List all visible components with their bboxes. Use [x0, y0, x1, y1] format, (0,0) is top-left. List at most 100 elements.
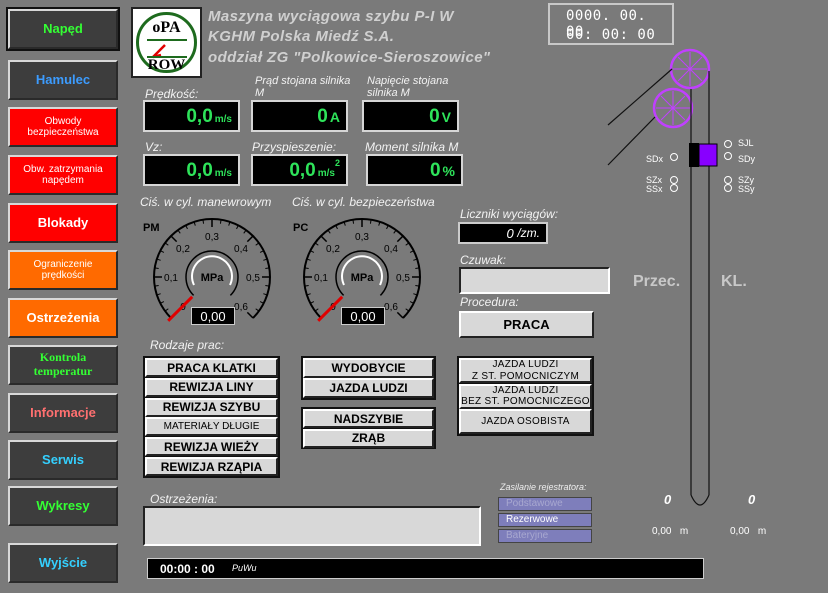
signal-sjl-led	[724, 140, 732, 148]
header-title-line1: Maszyna wyciągowa szybu P-I W	[208, 8, 454, 25]
pm-gauge-minor-tick-4-1	[255, 242, 260, 246]
lower-wheel-icon	[652, 87, 694, 129]
pc-gauge-tick-label-4: 0,4	[384, 244, 398, 255]
pm-gauge-minor-tick-3-2	[228, 221, 231, 226]
pc-gauge-minor-tick-5-2	[413, 293, 418, 296]
nav-ograniczenie-predkosci-button[interactable]: Ograniczenie prędkości	[8, 250, 118, 290]
shaft-right-count: 0	[748, 492, 756, 507]
pc-gauge-tick-label-1: 0,1	[314, 273, 328, 284]
pc-gauge-minor-tick-3-2	[378, 221, 381, 226]
pm-gauge-tick-label-4: 0,4	[234, 244, 248, 255]
current-display: 0A	[251, 100, 348, 132]
pc-gauge-needle	[317, 295, 344, 322]
pc-gauge-name: PC	[293, 222, 309, 234]
work-type-button-5[interactable]: REWIZJA RZĄPIA	[145, 457, 278, 476]
nav-obw-zatrzymania-button[interactable]: Obw. zatrzymania napędem	[8, 155, 118, 195]
pm-gauge-minor-tick-1-3	[160, 250, 165, 253]
shaft-left-count: 0	[664, 492, 672, 507]
vz-display: 0,0 m/s	[143, 154, 240, 186]
pc-gauge: 00,10,20,30,40,50,6MPa PC 0,00	[290, 215, 435, 330]
nav-obwody-bezpieczenstwa-button[interactable]: Obwody bezpieczeństwa	[8, 107, 118, 147]
voltage-label: Napięcie stojana silnika M	[367, 75, 449, 99]
pc-gauge-minor-tick-3-3	[386, 225, 389, 230]
pc-gauge-minor-tick-2-2	[335, 225, 338, 230]
work-location-button-1[interactable]: ZRĄB	[303, 428, 434, 448]
pm-gauge-minor-tick-4-3	[263, 258, 268, 261]
signal-ssx-led	[670, 184, 678, 192]
nav-serwis-button[interactable]: Serwis	[8, 440, 118, 480]
pm-gauge-minor-tick-2-1	[177, 229, 181, 234]
header-title-line2: KGHM Polska Miedź S.A.	[208, 28, 395, 45]
shaft-diagram	[607, 48, 718, 506]
signal-sdy-label: SDy	[738, 154, 756, 164]
pc-gauge-minor-tick-2-1	[327, 229, 331, 234]
pm-gauge-minor-tick-5-3	[259, 301, 264, 304]
pm-gauge-minor-tick-2-2	[185, 225, 188, 230]
nav-wykresy-button[interactable]: Wykresy	[8, 486, 118, 526]
pc-gauge-minor-tick-4-3	[413, 258, 418, 261]
pc-gauge-minor-tick-2-3	[343, 221, 346, 226]
nav-kontrola-temperatur-button[interactable]: Kontrola temperatur	[8, 345, 118, 385]
counters-label: Liczniki wyciągów:	[460, 207, 559, 221]
pc-gauge-minor-tick-5-4	[405, 308, 410, 312]
pc-gauge-tick-label-2: 0,2	[326, 244, 340, 255]
pm-gauge-minor-tick-4-4	[265, 267, 270, 270]
speed-display: 0,0 m/s	[143, 100, 240, 132]
nav-hamulec-button[interactable]: Hamulec	[8, 60, 118, 100]
company-logo: oPA ROW	[131, 7, 202, 78]
pc-gauge-minor-tick-0-1	[314, 308, 319, 312]
pc-gauge-minor-tick-3-1	[369, 219, 372, 224]
warnings-display	[143, 506, 481, 546]
work-type-button-4[interactable]: REWIZJA WIEŻY	[145, 437, 278, 457]
pc-gauge-minor-tick-1-2	[306, 258, 311, 261]
pc-gauge-minor-tick-3-4	[393, 229, 397, 234]
pm-gauge-tick-6	[246, 311, 254, 319]
accel-label: Przyspieszenie:	[252, 140, 337, 154]
recorder-label: Zasilanie rejestratora:	[500, 482, 587, 492]
logo-top-text: oPA	[152, 19, 181, 36]
recorder-option-2: Bateryjne	[498, 529, 592, 543]
nav-informacje-button[interactable]: Informacje	[8, 393, 118, 433]
shaft-left-label: Przec.	[633, 273, 681, 290]
pm-gauge-minor-tick-4-2	[259, 250, 264, 253]
work-mode-button-0[interactable]: WYDOBYCIE	[303, 358, 434, 378]
procedura-display: PRACA	[459, 311, 594, 338]
pc-gauge-tick-4	[396, 235, 404, 243]
people-transport-button-1[interactable]: JAZDA LUDZI BEZ ST. POMOCNICZEGO	[459, 383, 592, 409]
pc-gauge-minor-tick-4-1	[405, 242, 410, 246]
logo-bottom-text: ROW	[147, 57, 186, 73]
nav-naped-button[interactable]: Napęd	[6, 7, 120, 51]
people-transport-button-0[interactable]: JAZDA LUDZI Z ST. POMOCNICZYM	[459, 358, 592, 383]
work-mode-button-1[interactable]: JAZDA LUDZI	[303, 378, 434, 398]
pm-gauge-unit-label: MPa	[201, 272, 225, 284]
signal-sjl-label: SJL	[738, 138, 754, 148]
upper-wheel-icon	[669, 48, 711, 90]
nav-wyjscie-button[interactable]: Wyjście	[8, 543, 118, 583]
people-transport-button-2[interactable]: JAZDA OSOBISTA	[459, 409, 592, 434]
nav-ostrzezenia-button[interactable]: Ostrzeżenia	[8, 298, 118, 338]
torque-display: 0%	[366, 154, 463, 186]
pc-gauge-tick-label-3: 0,3	[355, 232, 369, 243]
nav-blokady-button[interactable]: Blokady	[8, 203, 118, 243]
pc-gauge-tick-label-5: 0,5	[396, 273, 410, 284]
pc-gauge-unit-label: MPa	[351, 272, 375, 284]
pm-gauge-tick-label-3: 0,3	[205, 232, 219, 243]
pm-gauge-minor-tick-1-4	[164, 242, 169, 246]
recorder-option-1: Rezerwowe	[498, 513, 592, 527]
pm-gauge-minor-tick-0-4	[154, 284, 159, 287]
work-type-button-3[interactable]: MATERIAŁY DŁUGIE	[145, 417, 278, 437]
shaft-right-label: KL.	[721, 273, 747, 290]
work-type-button-0[interactable]: PRACA KLATKI	[145, 358, 278, 377]
pc-gauge-tick-6	[396, 311, 404, 319]
czuwak-label: Czuwak:	[460, 253, 507, 267]
pm-gauge: 00,10,20,30,40,50,6MPa PM 0,00	[140, 215, 285, 330]
work-location-button-0[interactable]: NADSZYBIE	[303, 409, 434, 428]
pc-gauge-minor-tick-0-2	[310, 301, 315, 304]
work-type-button-1[interactable]: REWIZJA LINY	[145, 377, 278, 397]
work-type-button-2[interactable]: REWIZJA SZYBU	[145, 397, 278, 417]
signal-ssy-led	[724, 184, 732, 192]
pc-gauge-minor-tick-4-4	[415, 267, 420, 270]
pm-gauge-tick-label-6: 0,6	[234, 302, 248, 313]
procedura-label: Procedura:	[460, 295, 519, 309]
signal-szy-led	[724, 176, 732, 184]
